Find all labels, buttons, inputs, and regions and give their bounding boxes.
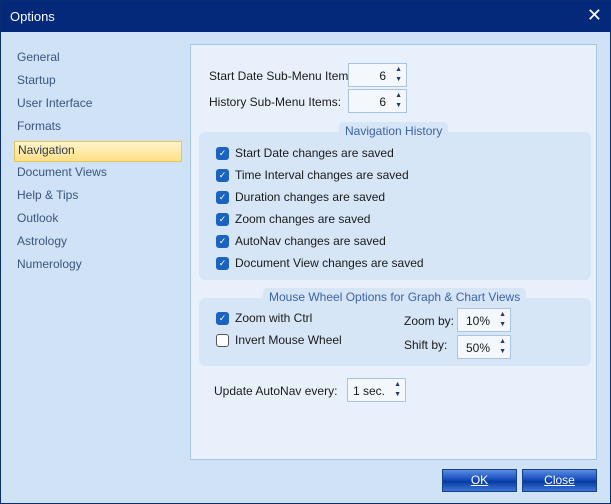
sidebar-item-formats[interactable]: Formats <box>17 118 187 139</box>
spinner-arrows-icon[interactable]: ▲ ▼ <box>395 91 402 111</box>
close-button[interactable]: Close <box>522 469 597 492</box>
checkbox-label: Document View changes are saved <box>235 256 424 270</box>
checkbox-checked-icon: ✓ <box>216 190 229 204</box>
checkbox-checked-icon: ✓ <box>216 256 229 270</box>
spinner-value: 50% <box>465 341 490 355</box>
checkbox-checked-icon: ✓ <box>216 311 229 325</box>
navigation-panel: Start Date Sub-Menu Item 6 ▲ ▼ History Sub… <box>190 44 597 460</box>
zoom-by-label: Zoom by: <box>404 314 455 328</box>
shift-by-spinner[interactable]: 50% ▲ ▼ <box>457 335 511 359</box>
checkbox-label: Zoom with Ctrl <box>235 311 313 325</box>
spinner-value: 10% <box>465 314 490 328</box>
checkbox-unchecked-icon <box>216 333 229 347</box>
checkbox-checked-icon: ✓ <box>216 212 229 226</box>
checkbox-label: AutoNav changes are saved <box>235 234 386 248</box>
sidebar-item-navigation[interactable]: Navigation <box>14 141 182 162</box>
shift-by-label: Shift by: <box>404 338 448 352</box>
title-bar: Options ✕ <box>1 1 611 32</box>
navigation-history-group: ✓ Start Date changes are saved ✓ Time Inter… <box>199 132 591 280</box>
nav-history-checkbox[interactable]: ✓ Zoom changes are saved <box>216 212 370 226</box>
spinner-arrows-icon[interactable]: ▲ ▼ <box>499 310 506 330</box>
sidebar-item-user-interface[interactable]: User Interface <box>17 95 187 116</box>
checkbox-checked-icon: ✓ <box>216 234 229 248</box>
sidebar-item-astrology[interactable]: Astrology <box>17 233 187 254</box>
sidebar-item-numerology[interactable]: Numerology <box>17 256 187 277</box>
autonav-label: Update AutoNav every: <box>214 384 338 398</box>
autonav-spinner[interactable]: 1 sec. ▲ ▼ <box>347 378 406 402</box>
zoom-with-ctrl-checkbox[interactable]: ✓ Zoom with Ctrl <box>216 311 312 325</box>
nav-history-checkbox[interactable]: ✓ Document View changes are saved <box>216 256 424 270</box>
nav-history-checkbox[interactable]: ✓ Duration changes are saved <box>216 190 385 204</box>
start-date-spinner[interactable]: 6 ▲ ▼ <box>348 63 407 87</box>
checkbox-label: Zoom changes are saved <box>235 212 371 226</box>
checkbox-label: Duration changes are saved <box>235 190 386 204</box>
spinner-arrows-icon[interactable]: ▲ ▼ <box>394 380 401 400</box>
mouse-wheel-group: ✓ Zoom with Ctrl Invert Mouse Wheel Zoom … <box>199 298 591 366</box>
checkbox-checked-icon: ✓ <box>216 146 229 160</box>
nav-history-checkbox[interactable]: ✓ Time Interval changes are saved <box>216 168 409 182</box>
zoom-by-spinner[interactable]: 10% ▲ ▼ <box>457 308 511 332</box>
sidebar-item-document-views[interactable]: Document Views <box>17 164 187 185</box>
sidebar-item-outlook[interactable]: Outlook <box>17 210 187 231</box>
sidebar-item-general[interactable]: General <box>17 49 187 70</box>
nav-history-checkbox[interactable]: ✓ AutoNav changes are saved <box>216 234 386 248</box>
close-icon[interactable]: ✕ <box>587 5 602 26</box>
spinner-value: 6 <box>379 69 386 83</box>
spinner-arrows-icon[interactable]: ▲ ▼ <box>499 337 506 357</box>
checkbox-label: Start Date changes are saved <box>235 146 394 160</box>
history-spinner[interactable]: 6 ▲ ▼ <box>348 89 407 113</box>
sidebar-item-help-tips[interactable]: Help & Tips <box>17 187 187 208</box>
options-dialog: Options ✕ General Startup User Interface Fo… <box>0 0 611 504</box>
ok-button[interactable]: OK <box>442 469 517 492</box>
checkbox-checked-icon: ✓ <box>216 168 229 182</box>
spinner-value: 6 <box>379 95 386 109</box>
mouse-wheel-title: Mouse Wheel Options for Graph & Chart Vi… <box>263 288 527 306</box>
history-label: History Sub-Menu Items: <box>209 95 342 109</box>
checkbox-label: Time Interval changes are saved <box>235 168 409 182</box>
start-date-label: Start Date Sub-Menu Item <box>209 69 349 83</box>
sidebar-item-startup[interactable]: Startup <box>17 72 187 93</box>
window-title: Options <box>10 9 55 24</box>
checkbox-label: Invert Mouse Wheel <box>235 333 342 347</box>
spinner-value: 1 sec. <box>352 384 385 398</box>
navigation-history-title: Navigation History <box>339 122 449 140</box>
spinner-arrows-icon[interactable]: ▲ ▼ <box>395 65 402 85</box>
invert-mouse-wheel-checkbox[interactable]: Invert Mouse Wheel <box>216 333 342 347</box>
nav-history-checkbox[interactable]: ✓ Start Date changes are saved <box>216 146 394 160</box>
